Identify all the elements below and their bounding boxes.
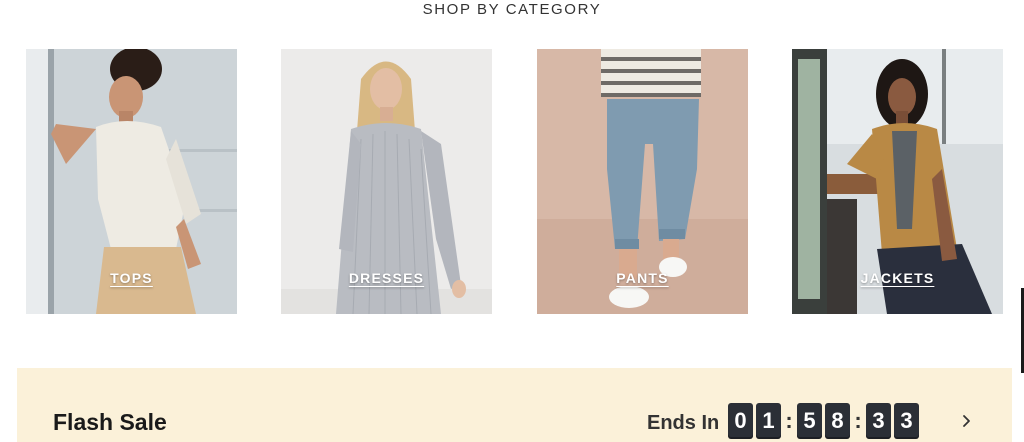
- chevron-right-icon[interactable]: [960, 411, 974, 431]
- countdown-seconds-ones: 3: [894, 403, 919, 439]
- countdown-minutes-ones: 8: [825, 403, 850, 439]
- countdown-seconds-tens: 3: [866, 403, 891, 439]
- flash-sale-title: Flash Sale: [53, 409, 167, 435]
- category-label-pants: PANTS: [616, 270, 669, 286]
- countdown-separator: :: [854, 408, 862, 433]
- section-title: SHOP BY CATEGORY: [422, 1, 602, 18]
- ends-in-label: Ends In: [647, 412, 720, 434]
- countdown-hours-tens: 0: [728, 403, 753, 439]
- countdown-separator: :: [785, 408, 793, 433]
- countdown-timer: 0 1 : 5 8 : 3 3: [728, 402, 922, 440]
- category-grid: TOPS DRESSES PANTS JACKETS: [26, 49, 1006, 314]
- category-label-dresses: DRESSES: [348, 270, 425, 286]
- category-label-tops: TOPS: [110, 270, 153, 286]
- category-tile-pants[interactable]: PANTS: [537, 49, 748, 314]
- flash-sale-banner[interactable]: Flash Sale Ends In 0 1 : 5 8 : 3 3: [17, 368, 1012, 442]
- category-tile-dresses[interactable]: DRESSES: [281, 49, 492, 314]
- category-tile-tops[interactable]: TOPS: [26, 49, 237, 314]
- category-label-jackets: JACKETS: [860, 270, 935, 286]
- category-tile-jackets[interactable]: JACKETS: [792, 49, 1003, 314]
- countdown-minutes-tens: 5: [797, 403, 822, 439]
- countdown-hours-ones: 1: [756, 403, 781, 439]
